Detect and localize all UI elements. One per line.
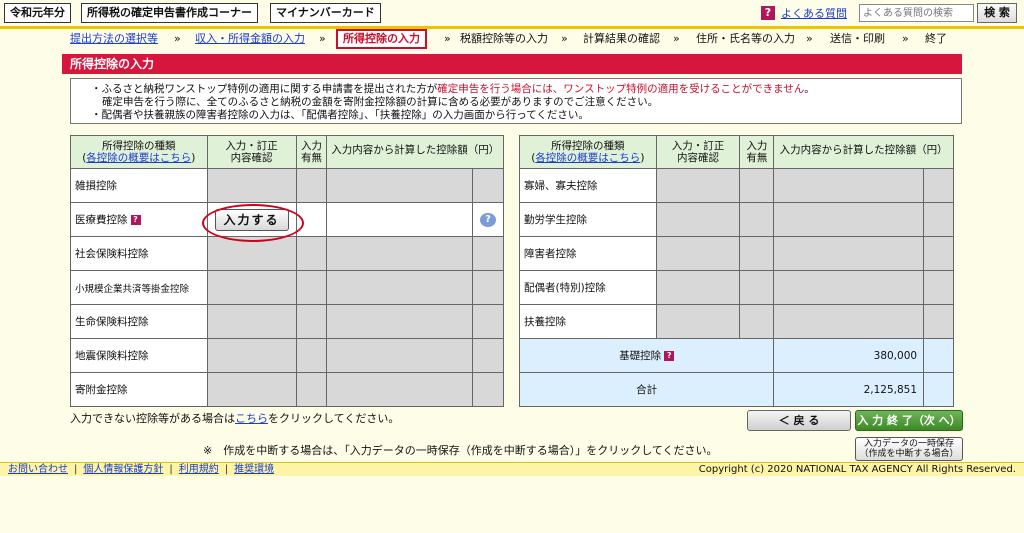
save-note: ※ 作成を中断する場合は、「入力データの一時保存（作成を中断する場合）」をクリッ… (203, 444, 718, 457)
row-label-medical: 医療費控除 (75, 214, 128, 226)
row-label-dependent: 扶養控除 (519, 304, 657, 339)
notice-line1-warning: 確定申告を行う場合には、ワンストップ特例の適用を受けることができません (437, 83, 805, 95)
left-deduction-table: 所得控除の種類 (各控除の概要はこちら) 入力・訂正 内容確認 入力 有無 入力内容か… (70, 135, 504, 407)
medical-info-bubble-icon[interactable]: ? (480, 212, 496, 227)
notice-bullet: ・ (91, 83, 102, 95)
col-header-amount: 入力内容から計算した控除額（円） (326, 135, 504, 169)
faq-help-icon[interactable]: ? (761, 6, 775, 20)
col-header-amount: 入力内容から計算した控除額（円） (773, 135, 954, 169)
medical-help-icon[interactable]: ? (130, 215, 141, 225)
footer: お問い合わせ | 個人情報保護方針 | 利用規約 | 推奨環境 Copyright (c) … (0, 462, 1024, 476)
footer-link-privacy[interactable]: 個人情報保護方針 (83, 464, 163, 475)
row-label-social-insurance: 社会保険料控除 (70, 236, 208, 271)
breadcrumb-step-1[interactable]: 提出方法の選択等 (70, 31, 158, 47)
col-header-type: 所得控除の種類 (各控除の概要はこちら) (519, 135, 657, 169)
breadcrumb-sep: » (319, 32, 326, 45)
next-button[interactable]: 入 力 終 了（次 へ）＞ (855, 410, 963, 446)
corner-title: 所得税の確定申告書作成コーナー (81, 3, 258, 23)
footer-link-contact[interactable]: お問い合わせ (8, 464, 68, 475)
basic-deduction-label: 基礎控除 (619, 350, 662, 362)
faq-search-input[interactable] (859, 4, 974, 22)
basic-deduction-label-cell: 基礎控除? (518, 338, 775, 373)
header-divider (0, 26, 1024, 29)
notice-bullet: ・ (91, 109, 102, 121)
breadcrumb-sep: » (174, 32, 181, 45)
breadcrumb-step-current: 所得控除の入力 (336, 29, 427, 49)
row-label-small-business: 小規模企業共済等掛金控除 (70, 270, 208, 305)
row-label-widow: 寡婦、寡夫控除 (519, 168, 657, 203)
overview-link[interactable]: 各控除の概要はこちら (86, 152, 191, 164)
col-header-type: 所得控除の種類 (各控除の概要はこちら) (70, 135, 208, 169)
breadcrumb-sep: » (806, 32, 813, 45)
temp-save-button[interactable]: 入力データの一時保存 （作成を中断する場合） (855, 437, 963, 461)
col-header-edit: 入力・訂正 内容確認 (655, 135, 741, 169)
breadcrumb-step-6: 住所・氏名等の入力 (696, 32, 795, 45)
footer-link-terms[interactable]: 利用規約 (179, 464, 219, 475)
row-label-zasson: 雑損控除 (70, 168, 208, 203)
faq-link[interactable]: よくある質問 (781, 5, 847, 21)
total-value: 2,125,851 (773, 372, 925, 407)
overview-link[interactable]: 各控除の概要はこちら (535, 152, 640, 164)
breadcrumb-sep: » (444, 32, 451, 45)
row-label-disability: 障害者控除 (519, 236, 657, 271)
highlight-ellipse (202, 204, 304, 242)
col-header-has: 入力 有無 (739, 135, 775, 169)
row-label-donation: 寄附金控除 (70, 372, 208, 407)
row-label-earthquake: 地震保険料控除 (70, 338, 208, 373)
row-label-life-insurance: 生命保険料控除 (70, 304, 208, 339)
cant-input-note: 入力できない控除等がある場合はこちらをクリックしてください。 (70, 412, 400, 425)
copyright: Copyright (c) 2020 NATIONAL TAX AGENCY A… (698, 464, 1016, 475)
basic-deduction-help-icon[interactable]: ? (664, 351, 675, 361)
era-label: 令和元年分 (4, 3, 71, 23)
notice-box: ・ふるさと納税ワンストップ特例の適用に関する申請書を提出された方が確定申告を行う… (70, 78, 962, 124)
mynumber-card-link[interactable]: マイナンバーカード (270, 3, 381, 23)
total-label: 合計 (518, 372, 775, 407)
basic-deduction-value: 380,000 (773, 338, 925, 373)
back-button[interactable]: ＜ 戻 る (747, 410, 851, 431)
breadcrumb-step-5: 計算結果の確認 (583, 32, 660, 45)
cant-input-link[interactable]: こちら (235, 412, 268, 425)
notice-line3: 配偶者や扶養親族の障害者控除の入力は、「配偶者控除」、「扶養控除」の入力画面から… (101, 109, 589, 121)
medical-amount-cell (326, 202, 473, 237)
col-header-has: 入力 有無 (295, 135, 328, 169)
row-label-working-student: 勤労学生控除 (519, 202, 657, 237)
breadcrumb-sep: » (673, 32, 680, 45)
breadcrumb-sep: » (561, 32, 568, 45)
breadcrumb-sep: » (902, 32, 909, 45)
breadcrumb-step-8: 終了 (925, 32, 947, 45)
notice-line1: ふるさと納税ワンストップ特例の適用に関する申請書を提出された方が (101, 83, 438, 95)
col-header-edit: 入力・訂正 内容確認 (206, 135, 297, 169)
breadcrumb-step-2[interactable]: 収入・所得金額の入力 (195, 31, 305, 47)
faq-search-button[interactable]: 検 索 (977, 3, 1017, 23)
breadcrumb-step-4: 税額控除等の入力 (460, 32, 548, 45)
page-title: 所得控除の入力 (62, 54, 962, 74)
footer-link-environment[interactable]: 推奨環境 (234, 464, 274, 475)
row-medical: 医療費控除? (70, 202, 208, 237)
row-label-spouse: 配偶者(特別)控除 (519, 270, 657, 305)
breadcrumb-step-7: 送信・印刷 (830, 32, 885, 45)
notice-line2: 確定申告を行う際に、全てのふるさと納税の金額を寄附金控除額の計算に含める必要があ… (102, 96, 659, 108)
right-deduction-table: 所得控除の種類 (各控除の概要はこちら) 入力・訂正 内容確認 入力 有無 入力内容か… (518, 135, 954, 407)
notice-line1-end: 。 (804, 83, 815, 95)
